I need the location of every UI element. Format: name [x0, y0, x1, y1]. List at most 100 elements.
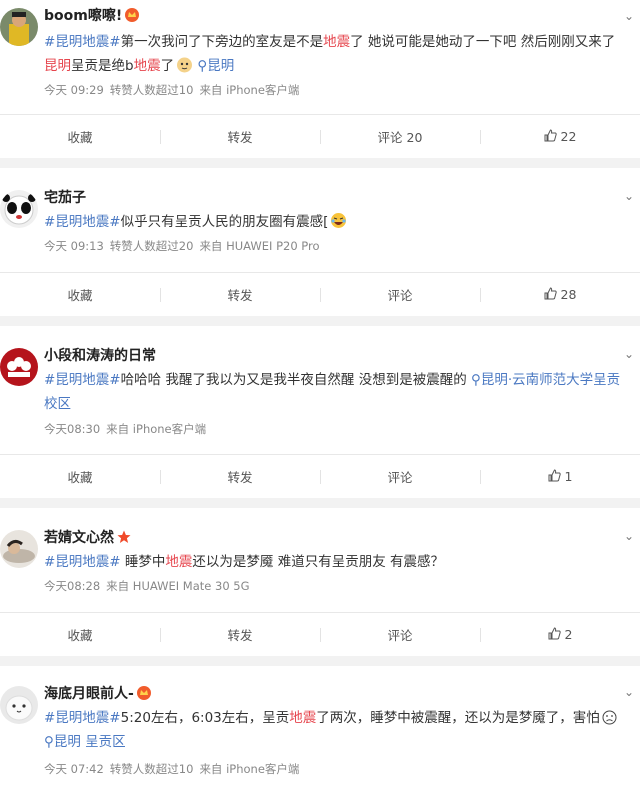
text-segment: 了	[160, 58, 175, 74]
hashtag[interactable]: #昆明地震#	[44, 214, 121, 230]
post-text: #昆明地震#似乎只有呈贡人民的朋友圈有震感[	[44, 210, 626, 234]
avatar[interactable]	[0, 686, 38, 724]
post-meta: 今天 07:42 转赞人数超过10 来自 iPhone客户端	[44, 761, 305, 777]
text-segment: 哈哈哈 我醒了我以为又是我半夜自然醒 没想到是被震醒的	[120, 372, 471, 388]
post-source: 来自 iPhone客户端	[199, 83, 300, 97]
favorite-button[interactable]: 收藏	[0, 455, 160, 498]
like-count: 2	[564, 627, 573, 642]
repost-button[interactable]: 转发	[160, 273, 320, 316]
author-name[interactable]: 海底月眼前人-	[44, 685, 151, 705]
post-source: 来自 iPhone客户端	[106, 422, 207, 436]
comment-label: 评论	[387, 288, 413, 303]
keyword: 地震	[165, 554, 193, 570]
chevron-down-icon[interactable]: ⌄	[624, 9, 634, 23]
repost-label: 转发	[227, 130, 253, 145]
location-label: 昆明 呈贡区	[53, 734, 126, 750]
location-label: 昆明	[207, 58, 235, 74]
author-name[interactable]: 小段和涛涛的日常	[44, 347, 156, 365]
comment-label: 评论 20	[377, 130, 423, 145]
text-segment: 还以为是梦魇 难道只有呈贡朋友 有震感？	[192, 554, 445, 570]
doge-emoji-icon	[176, 56, 193, 73]
reposts-note: 转赞人数超过20	[109, 239, 194, 253]
sad-emoji-icon	[602, 709, 619, 726]
author-name[interactable]: 若婧文心然	[44, 529, 131, 549]
action-bar: 收藏 转发 评论 1	[0, 454, 640, 498]
favorite-label: 收藏	[67, 130, 93, 145]
like-button[interactable]: 28	[480, 273, 640, 316]
like-button[interactable]: 1	[480, 455, 640, 498]
favorite-label: 收藏	[67, 288, 93, 303]
post-text: #昆明地震#哈哈哈 我醒了我以为又是我半夜自然醒 没想到是被震醒的 ⚲昆明·云南…	[44, 368, 626, 416]
comment-button[interactable]: 评论 20	[320, 115, 480, 158]
avatar[interactable]	[0, 530, 38, 568]
thumbs-up-icon	[548, 468, 561, 485]
text-segment: 呈贡是绝b	[71, 58, 134, 74]
comment-button[interactable]: 评论	[320, 613, 480, 656]
avatar[interactable]	[0, 190, 38, 228]
hashtag[interactable]: #昆明地震#	[44, 34, 121, 50]
thumbs-up-icon	[544, 128, 557, 145]
location-pin-icon: ⚲	[471, 372, 481, 388]
post-time[interactable]: 今天 09:29	[44, 83, 104, 97]
post-card: 若婧文心然 ⌄ #昆明地震# 睡梦中地震还以为是梦魇 难道只有呈贡朋友 有震感？…	[0, 508, 640, 656]
repost-label: 转发	[227, 288, 253, 303]
like-button[interactable]: 22	[480, 115, 640, 158]
text-segment: 了 她说可能是她动了一下吧 然后刚刚又来了	[350, 34, 616, 50]
post-time[interactable]: 今天 09:13	[44, 239, 104, 253]
avatar[interactable]	[0, 8, 38, 46]
post-meta: 今天 09:13 转赞人数超过20 来自 HUAWEI P20 Pro	[44, 238, 326, 254]
post-card: 小段和涛涛的日常 ⌄ #昆明地震#哈哈哈 我醒了我以为又是我半夜自然醒 没想到是…	[0, 326, 640, 498]
chevron-down-icon[interactable]: ⌄	[624, 347, 634, 361]
avatar[interactable]	[0, 348, 38, 386]
author-name[interactable]: boom嚓嚓!	[44, 7, 140, 27]
post-card: 海底月眼前人- ⌄ #昆明地震#5:20左右，6:03左右，呈贡地震了两次，睡梦…	[0, 666, 640, 793]
comment-label: 评论	[387, 470, 413, 485]
favorite-button[interactable]: 收藏	[0, 273, 160, 316]
weibo-feed: boom嚓嚓! ⌄ #昆明地震#第一次我问了下旁边的室友是不是地震了 她说可能是…	[0, 0, 640, 793]
favorite-button[interactable]: 收藏	[0, 115, 160, 158]
author-name[interactable]: 宅茄子	[44, 189, 86, 207]
chevron-down-icon[interactable]: ⌄	[624, 529, 634, 543]
action-bar: 收藏 转发 评论 28	[0, 272, 640, 316]
repost-button[interactable]: 转发	[160, 613, 320, 656]
like-button[interactable]: 2	[480, 613, 640, 656]
favorite-label: 收藏	[67, 470, 93, 485]
location-link[interactable]: ⚲昆明 呈贡区	[44, 734, 126, 750]
post-text: #昆明地震#5:20左右，6:03左右，呈贡地震了两次，睡梦中被震醒，还以为是梦…	[44, 706, 626, 754]
chevron-down-icon[interactable]: ⌄	[624, 189, 634, 203]
chevron-down-icon[interactable]: ⌄	[624, 685, 634, 699]
repost-label: 转发	[227, 470, 253, 485]
favorite-button[interactable]: 收藏	[0, 613, 160, 656]
post-source: 来自 HUAWEI Mate 30 5G	[106, 579, 250, 593]
thumbs-up-icon	[548, 626, 561, 643]
comment-button[interactable]: 评论	[320, 455, 480, 498]
like-count: 22	[560, 129, 577, 144]
location-pin-icon: ⚲	[197, 58, 208, 74]
star-badge-icon	[117, 530, 131, 549]
text-segment: 了两次，睡梦中被震醒，还以为是梦魇了，害怕	[316, 710, 600, 726]
thumbs-up-icon	[544, 286, 557, 303]
location-pin-icon: ⚲	[44, 734, 54, 750]
post-card: 宅茄子 ⌄ #昆明地震#似乎只有呈贡人民的朋友圈有震感[ 今天 09:13 转赞人…	[0, 168, 640, 316]
action-bar: 收藏 转发 评论 20 22	[0, 114, 640, 158]
repost-button[interactable]: 转发	[160, 115, 320, 158]
post-card: boom嚓嚓! ⌄ #昆明地震#第一次我问了下旁边的室友是不是地震了 她说可能是…	[0, 0, 640, 158]
location-link[interactable]: ⚲昆明	[197, 58, 234, 74]
repost-button[interactable]: 转发	[160, 455, 320, 498]
post-source: 来自 iPhone客户端	[199, 762, 300, 776]
crown-badge-icon	[125, 8, 140, 27]
post-time[interactable]: 今天 07:42	[44, 762, 104, 776]
post-meta: 今天 09:29 转赞人数超过10 来自 iPhone客户端	[44, 82, 305, 98]
text-segment: 第一次我问了下旁边的室友是不是	[120, 34, 324, 50]
post-time[interactable]: 今天08:30	[44, 422, 100, 436]
like-count: 1	[564, 469, 573, 484]
laugh-emoji-icon	[330, 212, 347, 229]
comment-button[interactable]: 评论	[320, 273, 480, 316]
hashtag[interactable]: #昆明地震#	[44, 554, 121, 570]
text-segment: 5:20左右，6:03左右，呈贡	[120, 710, 290, 726]
hashtag[interactable]: #昆明地震#	[44, 710, 121, 726]
hashtag[interactable]: #昆明地震#	[44, 372, 121, 388]
post-time[interactable]: 今天08:28	[44, 579, 100, 593]
post-meta: 今天08:30 来自 iPhone客户端	[44, 421, 212, 437]
post-text: #昆明地震# 睡梦中地震还以为是梦魇 难道只有呈贡朋友 有震感？	[44, 550, 626, 574]
